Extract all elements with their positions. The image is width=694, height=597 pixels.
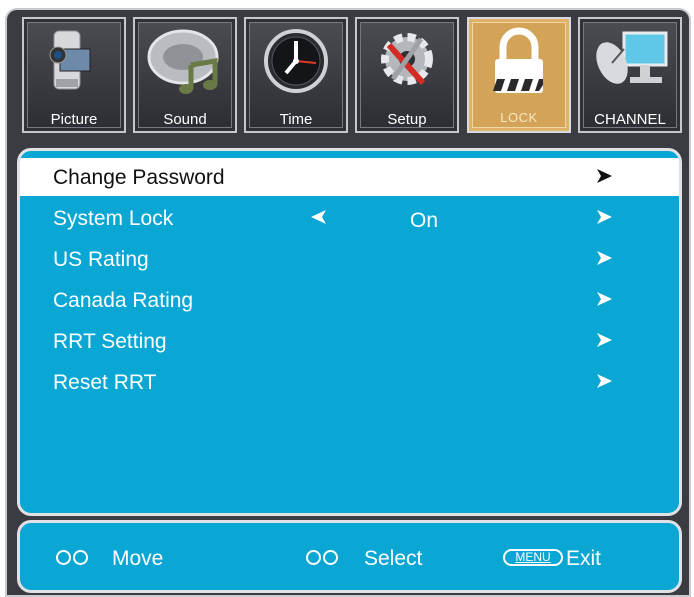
hint-move-label: Move [112,547,164,570]
chevron-right-icon [597,333,612,347]
padlock-icon [493,27,543,93]
tab-lock[interactable]: LOCK [467,17,571,133]
tab-label: LOCK [500,110,538,125]
key-hints-bar: Move Select MENU Exit [17,520,682,593]
lock-menu-panel: Change Password System Lock On US Rating… [17,148,682,516]
menu-key-icon: MENU [503,549,563,566]
chevron-right-icon [597,292,612,306]
menu-item-system-lock[interactable]: System Lock On [20,199,679,237]
hint-move: Move [56,545,196,573]
tab-label: Time [279,111,313,128]
up-arrow-key-icon [56,550,71,565]
menu-item-reset-rrt[interactable]: Reset RRT [20,363,679,401]
system-lock-value: On [410,209,439,232]
tab-time[interactable]: Time [244,17,348,133]
down-arrow-key-icon [73,550,88,565]
tab-setup[interactable]: Setup [355,17,459,133]
camcorder-icon [49,30,91,90]
left-arrow-key-icon [306,550,321,565]
hint-exit: MENU Exit [503,545,653,573]
chevron-right-icon [597,251,612,265]
tab-sound[interactable]: Sound [133,17,237,133]
hint-select: Select [306,545,456,573]
menu-item-us-rating[interactable]: US Rating [20,240,679,278]
tab-label: Sound [163,111,207,128]
hint-select-label: Select [364,547,423,570]
chevron-right-icon [597,169,612,183]
menu-item-change-password[interactable]: Change Password [20,158,679,196]
menu-item-canada-rating[interactable]: Canada Rating [20,281,679,319]
menu-item-label: Canada Rating [53,289,194,312]
tab-label: Picture [50,111,98,128]
tab-label: CHANNEL [594,111,666,128]
menu-item-label: US Rating [53,248,149,271]
hint-exit-label: Exit [566,547,602,570]
tab-channel[interactable]: CHANNEL [578,17,682,133]
tab-label: Setup [387,111,427,128]
gear-tools-icon [381,33,433,86]
menu-item-label: Reset RRT [53,371,157,394]
menu-item-rrt-setting[interactable]: RRT Setting [20,322,679,360]
menu-item-label: RRT Setting [53,330,167,353]
music-note-icon [147,29,219,94]
tab-picture[interactable]: Picture [22,17,126,133]
chevron-right-icon [597,374,612,388]
right-arrow-key-icon [323,550,338,565]
chevron-left-icon[interactable] [310,208,328,226]
menu-item-label: System Lock [53,207,174,230]
clock-icon [264,29,328,93]
menu-item-label: Change Password [53,166,225,189]
satellite-monitor-icon [596,31,668,84]
chevron-right-icon[interactable] [595,208,613,226]
